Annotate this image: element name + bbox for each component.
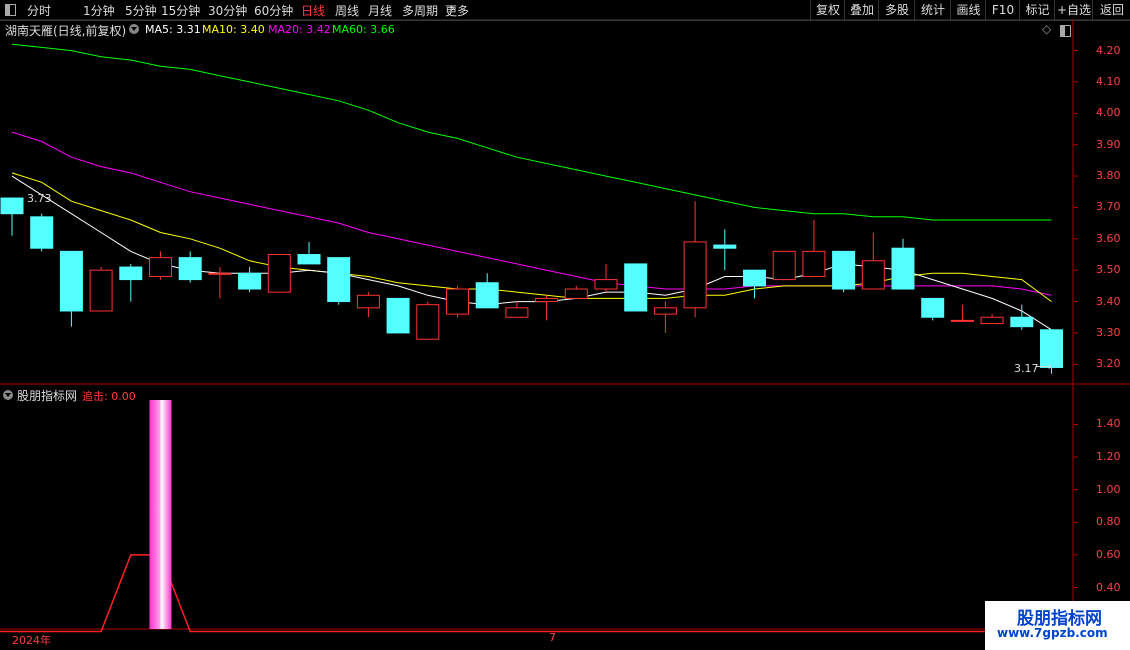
candle-body (208, 272, 232, 275)
candle-body (0, 197, 24, 215)
candle-body (535, 297, 559, 303)
candle-body (950, 319, 974, 322)
candle-body (891, 247, 915, 290)
sub-y-tick-label-1: 1.20 (1096, 450, 1121, 464)
candle-body (267, 253, 291, 293)
sub-y-tick-label-0: 1.40 (1096, 417, 1121, 431)
sub-y-tick-label-4: 0.60 (1096, 547, 1121, 561)
candle-body (238, 272, 262, 290)
y-tick-label-4: 3.80 (1096, 169, 1121, 183)
candle-body (980, 316, 1004, 325)
y-tick-label-2: 4.00 (1096, 106, 1121, 120)
candle-body (1010, 316, 1034, 328)
candle-body (802, 250, 826, 277)
y-tick-label-10: 3.20 (1096, 357, 1121, 371)
date-label-start: 2024年 (12, 634, 51, 647)
candle-body (178, 257, 202, 281)
ma60-line (11, 43, 1052, 221)
y-tick-label-1: 4.10 (1096, 74, 1121, 88)
candle-body (921, 297, 945, 318)
candle-body (149, 257, 172, 277)
watermark: 股朋指标网 www.7gpzb.com (985, 601, 1130, 650)
watermark-url: www.7gpzb.com (997, 626, 1108, 640)
candle-body (772, 250, 796, 281)
candle-body (297, 253, 321, 265)
candle-body (30, 216, 54, 249)
candle-body (416, 304, 440, 340)
candle-body (59, 250, 83, 312)
date-label-mid: 7 (549, 631, 556, 644)
candle-body (119, 266, 143, 281)
candle-body (861, 260, 885, 290)
sub-y-tick-label-2: 1.00 (1096, 482, 1121, 496)
low-price-label: 3.17 (1014, 362, 1039, 375)
candle-body (446, 288, 469, 315)
candle-body (356, 294, 380, 309)
sub-y-tick-label-3: 0.80 (1096, 515, 1121, 529)
candle-body (327, 257, 351, 303)
signal-bar (149, 400, 172, 629)
low-price-arrow-icon: ⟶ (1036, 360, 1052, 373)
candle-body (386, 297, 410, 334)
high-price-label: 3.73 (27, 192, 52, 205)
candle-body (624, 263, 648, 312)
candle-body (89, 269, 113, 312)
candle-body (475, 282, 499, 309)
candlestick-chart[interactable] (0, 0, 1130, 650)
candle-body (832, 250, 856, 290)
candle-body (505, 307, 529, 318)
y-tick-label-5: 3.70 (1096, 200, 1121, 214)
y-tick-label-6: 3.60 (1096, 231, 1121, 245)
candle-body (564, 288, 588, 299)
candle-body (594, 279, 618, 290)
candle-body (743, 269, 766, 287)
candle-body (653, 307, 677, 315)
y-tick-label-8: 3.40 (1096, 294, 1121, 308)
y-tick-label-7: 3.50 (1096, 263, 1121, 277)
candle-body (683, 241, 707, 309)
y-tick-label-9: 3.30 (1096, 325, 1121, 339)
y-tick-label-0: 4.20 (1096, 43, 1121, 57)
y-tick-label-3: 3.90 (1096, 137, 1121, 151)
candle-body (713, 244, 737, 249)
sub-y-tick-label-5: 0.40 (1096, 580, 1121, 594)
